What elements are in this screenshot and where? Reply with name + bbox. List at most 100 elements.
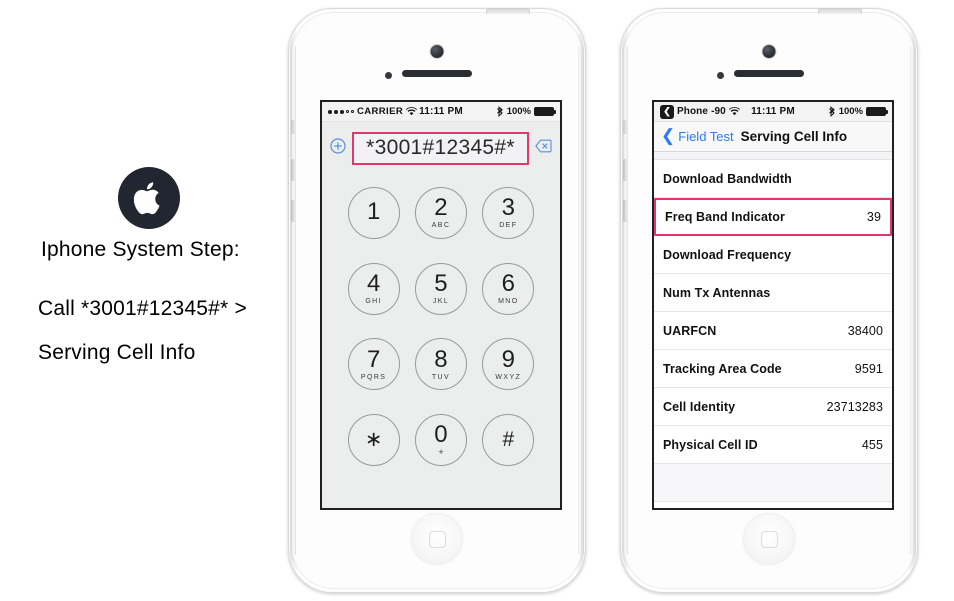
keypad-key[interactable]: 2 ABC — [414, 186, 467, 239]
page-title: Iphone System Step: — [41, 238, 240, 261]
table-row[interactable]: Num Tx Antennas — [654, 274, 892, 312]
battery-percent-label: 100% — [506, 106, 531, 117]
key-digit: ∗ — [364, 427, 383, 451]
dialer-app: CARRIER 11:11 PM 100% *3001#12345#* 1 2 … — [322, 102, 560, 508]
back-chevron-chip-icon[interactable]: ❮ — [660, 104, 674, 119]
dialer-screen: CARRIER 11:11 PM 100% *3001#12345#* 1 2 … — [320, 100, 562, 510]
instruction-panel: Iphone System Step: Call *3001#12345#* >… — [0, 0, 290, 601]
status-bar: CARRIER 11:11 PM 100% — [322, 102, 560, 122]
dialer-input-row: *3001#12345#* — [322, 122, 560, 173]
keypad-key[interactable]: 8 TUV — [414, 338, 467, 391]
battery-full-icon — [534, 107, 556, 116]
key-digit: 3 — [501, 194, 515, 222]
status-bar-left: CARRIER — [328, 106, 418, 117]
home-button[interactable] — [743, 513, 795, 565]
proximity-sensor-icon — [385, 72, 392, 79]
key-digit: 2 — [434, 194, 448, 222]
keypad-key[interactable]: 9 WXYZ — [482, 338, 535, 391]
table-row[interactable]: Download Frequency — [654, 236, 892, 274]
home-button[interactable] — [411, 513, 463, 565]
key-letters: PQRS — [360, 373, 387, 381]
row-label: Physical Cell ID — [663, 437, 758, 452]
earpiece-speaker — [402, 70, 472, 77]
row-label: Download Bandwidth — [663, 171, 792, 186]
chevron-left-icon[interactable]: ❮ — [661, 127, 675, 144]
instruction-line-2: Serving Cell Info — [38, 341, 196, 364]
dialed-number-value: *3001#12345#* — [366, 136, 515, 159]
key-letters: TUV — [431, 373, 451, 381]
key-digit: 4 — [366, 270, 381, 298]
dialer-keypad: 1 2 ABC 3 DEF 4 GHI 5 JKL 6 MNO 7 PQRS 8… — [322, 173, 560, 508]
volume-up-button[interactable] — [623, 159, 627, 181]
silent-switch[interactable] — [291, 120, 295, 134]
row-value: 38400 — [847, 323, 883, 338]
instruction-line-1: Call *3001#12345#* > — [38, 297, 247, 320]
iphone-dialer-device: CARRIER 11:11 PM 100% *3001#12345#* 1 2 … — [288, 8, 586, 593]
table-row[interactable]: Tracking Area Code 9591 — [654, 350, 892, 388]
key-digit: 7 — [366, 345, 381, 373]
device-body: ❮ Phone -90 11:11 PM 100% ❮ Field Test S… — [623, 8, 914, 589]
bluetooth-icon — [828, 106, 836, 117]
battery-percent-label: 100% — [838, 106, 863, 117]
power-button[interactable] — [818, 8, 862, 14]
backspace-icon[interactable] — [535, 139, 552, 158]
key-letters: WXYZ — [495, 373, 522, 381]
front-camera-icon — [762, 45, 776, 58]
key-digit: 9 — [501, 345, 515, 373]
row-value: 9591 — [854, 361, 883, 376]
back-button-label[interactable]: Field Test — [678, 129, 733, 144]
proximity-sensor-icon — [717, 72, 724, 79]
keypad-key[interactable]: # — [482, 414, 535, 467]
volume-up-button[interactable] — [291, 159, 295, 181]
keypad-key[interactable]: 4 GHI — [347, 262, 400, 315]
list-top-spacer — [654, 152, 892, 160]
circle-plus-icon[interactable] — [330, 138, 346, 159]
power-button[interactable] — [486, 8, 530, 14]
keypad-key[interactable]: 3 DEF — [482, 186, 535, 239]
keypad-key[interactable]: 7 PQRS — [347, 338, 400, 391]
wifi-icon — [406, 107, 418, 116]
table-row[interactable]: Physical Cell ID 455 — [654, 426, 892, 464]
battery-full-icon — [866, 107, 888, 116]
key-digit: # — [502, 427, 515, 451]
front-camera-icon — [430, 45, 444, 58]
home-square-icon — [760, 530, 778, 548]
key-letters: + — [438, 447, 444, 458]
navigation-bar: ❮ Field Test Serving Cell Info — [654, 122, 892, 152]
volume-down-button[interactable] — [291, 200, 295, 222]
device-edge-right — [578, 46, 582, 555]
row-label: Download Frequency — [663, 247, 792, 262]
status-bar: ❮ Phone -90 11:11 PM 100% — [654, 102, 892, 122]
keypad-key[interactable]: 0 + — [414, 414, 467, 467]
key-digit: 0 — [434, 421, 448, 449]
table-row[interactable]: Cell Identity 23713283 — [654, 388, 892, 426]
key-digit: 1 — [366, 197, 381, 225]
row-label: UARFCN — [663, 323, 717, 338]
row-value: 39 — [866, 210, 881, 224]
wifi-icon — [728, 107, 740, 116]
home-square-icon — [428, 530, 446, 548]
row-label: Num Tx Antennas — [663, 285, 771, 300]
apple-logo-icon — [118, 167, 180, 229]
keypad-key[interactable]: 6 MNO — [482, 262, 535, 315]
row-value: 23713283 — [826, 399, 883, 414]
status-bar-app-label: Phone — [677, 106, 709, 117]
table-row[interactable]: Freq Band Indicator 39 — [654, 198, 892, 236]
table-row[interactable]: Download Bandwidth — [654, 160, 892, 198]
table-row[interactable]: UARFCN 38400 — [654, 312, 892, 350]
device-body: CARRIER 11:11 PM 100% *3001#12345#* 1 2 … — [291, 8, 582, 589]
volume-down-button[interactable] — [623, 200, 627, 222]
dialed-number-field[interactable]: *3001#12345#* — [352, 132, 529, 165]
silent-switch[interactable] — [623, 120, 627, 134]
row-label: Cell Identity — [663, 399, 736, 414]
keypad-key[interactable]: 1 — [347, 186, 400, 239]
key-letters: ABC — [431, 222, 451, 230]
key-letters: MNO — [498, 298, 519, 306]
key-letters: JKL — [432, 298, 450, 306]
carrier-label: CARRIER — [357, 106, 404, 117]
key-digit: 8 — [434, 345, 448, 373]
keypad-key[interactable]: 5 JKL — [414, 262, 467, 315]
cell-info-list: Download Bandwidth Freq Band Indicator 3… — [654, 160, 892, 508]
keypad-key[interactable]: ∗ — [347, 414, 400, 467]
iphone-fieldtest-device: ❮ Phone -90 11:11 PM 100% ❮ Field Test S… — [620, 8, 918, 593]
